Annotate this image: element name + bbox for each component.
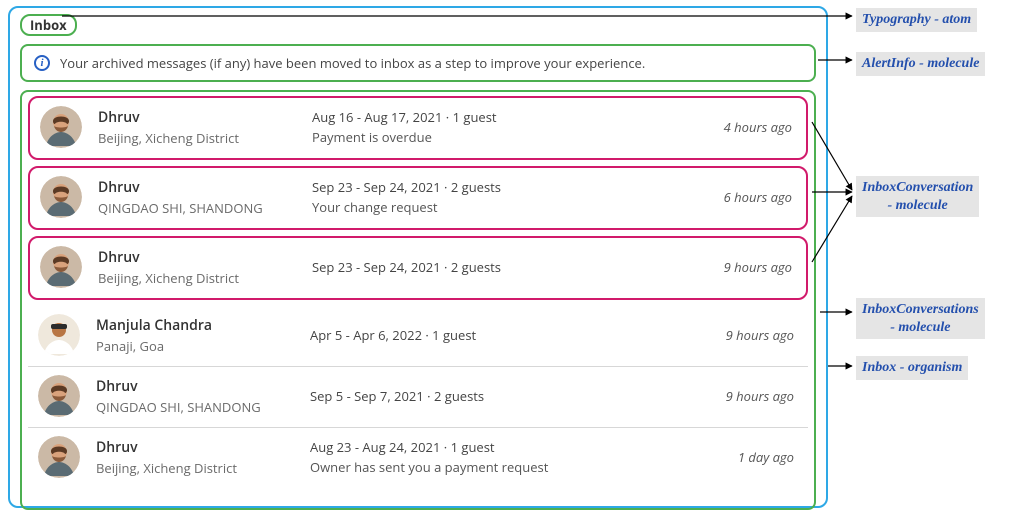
info-icon: i: [34, 55, 50, 71]
sender-place: Beijing, Xicheng District: [96, 459, 306, 477]
conversation-mid: Sep 23 - Sep 24, 2021 · 2 guests Your cha…: [312, 178, 672, 216]
inbox-conversations-molecule: DhruvBeijing, Xicheng DistrictAug 16 - A…: [20, 90, 816, 510]
inbox-conversation[interactable]: Dhruv Beijing, Xicheng DistrictAug 16 - A…: [28, 96, 808, 160]
avatar: [40, 246, 82, 288]
inbox-conversation[interactable]: Dhruv QINGDAO SHI, SHANDONGSep 5 - Sep 7,…: [28, 367, 808, 428]
time-ago: 1 day ago: [678, 448, 798, 466]
sender-name: Dhruv: [98, 178, 308, 197]
conversation-who: Dhruv QINGDAO SHI, SHANDONG: [96, 377, 306, 416]
conversation-mid: Aug 16 - Aug 17, 2021 · 1 guest Payment i…: [312, 108, 672, 146]
annotation-typography: Typography - atom: [856, 8, 977, 32]
conversation-who: Dhruv Beijing, Xicheng District: [96, 438, 306, 477]
subject: Owner has sent you a payment request: [310, 458, 674, 476]
subject: Your change request: [312, 198, 672, 216]
alert-text: Your archived messages (if any) have bee…: [60, 54, 645, 72]
avatar: [38, 436, 80, 478]
subject: Payment is overdue: [312, 128, 672, 146]
conversation-mid: Aug 23 - Aug 24, 2021 · 1 guest Owner has…: [310, 438, 674, 476]
sender-name: Dhruv: [96, 438, 306, 457]
sender-name: Manjula Chandra: [96, 316, 306, 335]
conversation-mid: Sep 23 - Sep 24, 2021 · 2 guests: [312, 258, 672, 276]
page-title: Inbox: [30, 16, 67, 34]
annotation-inbox-organism: Inbox - organism: [856, 356, 968, 380]
sender-place: Beijing, Xicheng District: [98, 269, 308, 287]
time-ago: 9 hours ago: [676, 258, 796, 276]
inbox-conversation[interactable]: Dhruv Beijing, Xicheng DistrictSep 23 - S…: [28, 236, 808, 300]
sender-place: QINGDAO SHI, SHANDONG: [96, 398, 306, 416]
inbox-conversation[interactable]: Dhruv QINGDAO SHI, SHANDONGSep 23 - Sep 2…: [28, 166, 808, 230]
avatar: [38, 375, 80, 417]
avatar: [40, 106, 82, 148]
date-guest-meta: Sep 5 - Sep 7, 2021 · 2 guests: [310, 387, 674, 405]
avatar: [40, 176, 82, 218]
sender-name: Dhruv: [98, 108, 308, 127]
date-guest-meta: Sep 23 - Sep 24, 2021 · 2 guests: [312, 178, 672, 196]
date-guest-meta: Apr 5 - Apr 6, 2022 · 1 guest: [310, 326, 674, 344]
conversation-mid: Apr 5 - Apr 6, 2022 · 1 guest: [310, 326, 674, 344]
date-guest-meta: Aug 16 - Aug 17, 2021 · 1 guest: [312, 108, 672, 126]
annotation-inboxconversation: InboxConversation - molecule: [856, 176, 979, 217]
avatar: [38, 314, 80, 356]
inbox-conversation[interactable]: Manjula Chandra Panaji, GoaApr 5 - Apr 6,…: [28, 306, 808, 367]
conversation-who: Manjula Chandra Panaji, Goa: [96, 316, 306, 355]
time-ago: 9 hours ago: [678, 326, 798, 344]
conversation-who: Dhruv Beijing, Xicheng District: [98, 108, 308, 147]
time-ago: 4 hours ago: [676, 118, 796, 136]
date-guest-meta: Aug 23 - Aug 24, 2021 · 1 guest: [310, 438, 674, 456]
time-ago: 9 hours ago: [678, 387, 798, 405]
annotation-alertinfo: AlertInfo - molecule: [856, 52, 985, 76]
inbox-conversation[interactable]: Dhruv Beijing, Xicheng DistrictAug 23 - A…: [28, 428, 808, 488]
sender-place: QINGDAO SHI, SHANDONG: [98, 199, 308, 217]
sender-place: Panaji, Goa: [96, 337, 306, 355]
date-guest-meta: Sep 23 - Sep 24, 2021 · 2 guests: [312, 258, 672, 276]
sender-name: Dhruv: [96, 377, 306, 396]
sender-name: Dhruv: [98, 248, 308, 267]
conversation-who: Dhruv Beijing, Xicheng District: [98, 248, 308, 287]
sender-place: Beijing, Xicheng District: [98, 129, 308, 147]
annotation-inboxconversations: InboxConversations - molecule: [856, 298, 985, 339]
conversation-who: Dhruv QINGDAO SHI, SHANDONG: [98, 178, 308, 217]
inbox-title-atom: Inbox: [20, 14, 77, 36]
inbox-organism: Inbox i Your archived messages (if any) …: [8, 6, 828, 508]
time-ago: 6 hours ago: [676, 188, 796, 206]
alert-info-molecule: i Your archived messages (if any) have b…: [20, 44, 816, 82]
conversation-mid: Sep 5 - Sep 7, 2021 · 2 guests: [310, 387, 674, 405]
